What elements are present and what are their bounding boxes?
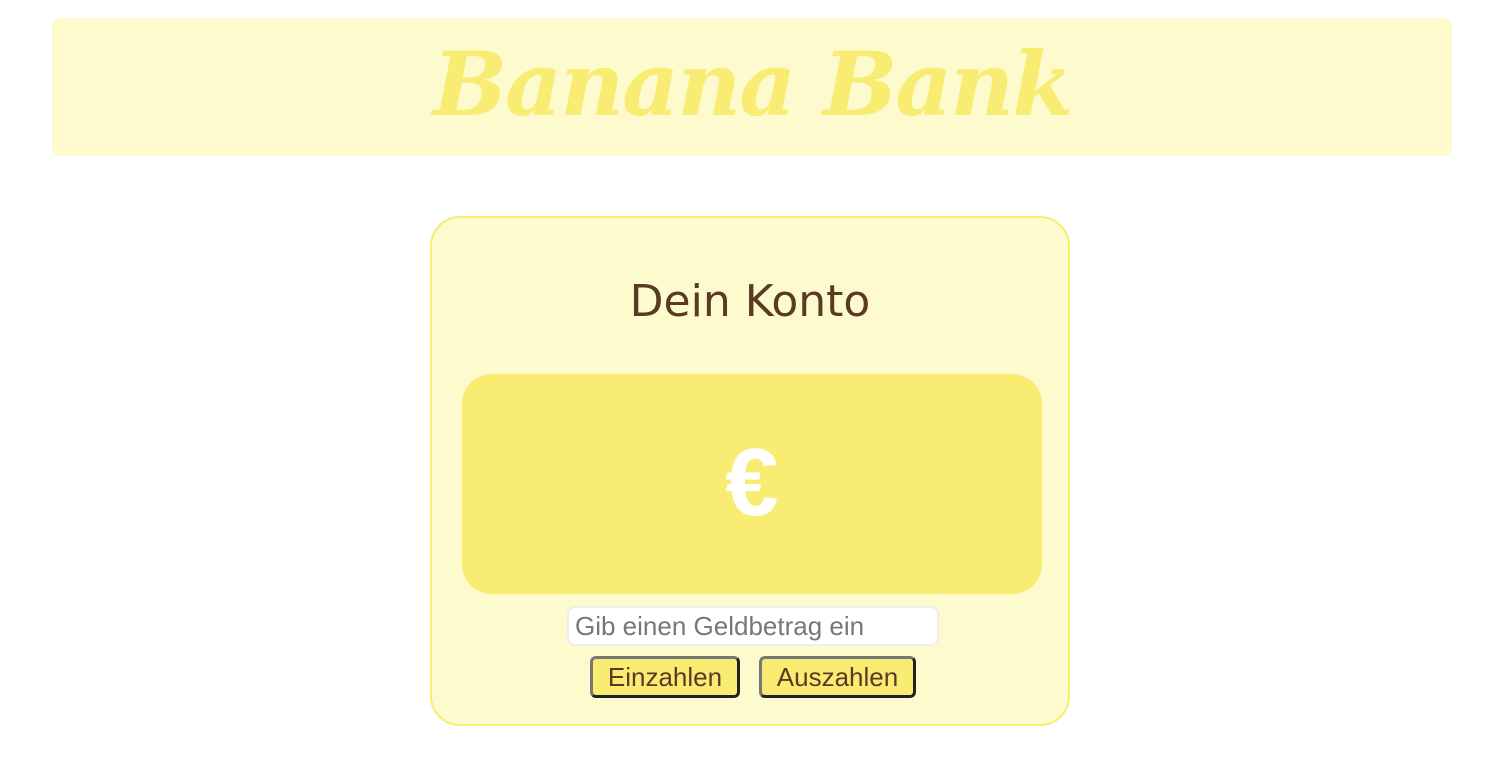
account-card: Dein Konto € Einzahlen Auszahlen [430,216,1070,726]
balance-display: € [462,374,1042,594]
account-title: Dein Konto [629,276,871,327]
amount-input[interactable] [567,606,939,646]
withdraw-button[interactable]: Auszahlen [759,656,916,698]
deposit-button[interactable]: Einzahlen [590,656,740,698]
balance-value: € [725,429,779,536]
app-header: Banana Bank [52,18,1452,156]
bank-title: Banana Bank [432,32,1073,136]
